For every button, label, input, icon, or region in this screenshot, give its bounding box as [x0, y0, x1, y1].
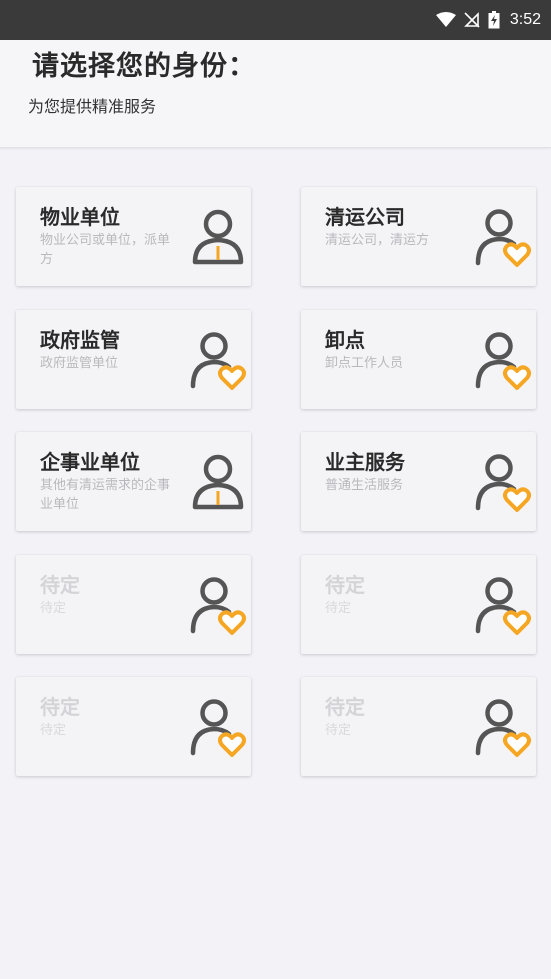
person-heart-icon — [189, 575, 247, 637]
identity-card[interactable]: 清运公司清运公司，清运方 — [301, 187, 536, 286]
card-description: 卸点工作人员 — [325, 356, 404, 371]
identity-card[interactable]: 业主服务普通生活服务 — [301, 432, 536, 531]
card-description: 普通生活服务 — [325, 478, 404, 493]
identity-card[interactable]: 待定 待定 — [301, 677, 536, 776]
identity-card[interactable]: 待定 待定 — [16, 677, 251, 776]
card-description: 待定 — [325, 723, 352, 738]
person-heart-icon — [189, 330, 247, 392]
page-title: 请选择您的身份： — [32, 51, 256, 82]
card-title: 清运公司 — [325, 205, 405, 229]
no-signal-icon — [463, 12, 480, 28]
person-heart-icon — [474, 697, 532, 759]
card-title: 政府监管 — [40, 328, 120, 352]
card-description: 待定 — [325, 601, 352, 616]
card-title: 卸点 — [325, 328, 365, 352]
person-heart-icon — [474, 452, 532, 514]
card-description: 物业公司或单位，派单方 — [40, 233, 171, 267]
person-heart-icon — [189, 697, 247, 759]
card-title: 待定 — [40, 573, 80, 597]
page-subtitle: 为您提供精准服务 — [28, 97, 157, 116]
status-time: 3:52 — [509, 11, 541, 28]
identity-card[interactable]: 卸点 卸点工作人员 — [301, 310, 536, 409]
battery-charging-icon — [488, 11, 500, 29]
person-tie-icon — [189, 207, 247, 269]
card-description: 其他有清运需求的企事业单位 — [40, 478, 171, 512]
card-description: 待定 — [40, 601, 67, 616]
identity-card[interactable]: 待定 待定 — [301, 555, 536, 654]
identity-card[interactable]: 待定 待定 — [16, 555, 251, 654]
identity-card[interactable]: 企事业单位其他有清运需求的企事业单位 — [16, 432, 251, 531]
card-description: 政府监管单位 — [40, 356, 119, 371]
identity-card[interactable]: 物业单位物业公司或单位，派单方 — [16, 187, 251, 286]
card-title: 企事业单位 — [40, 450, 140, 474]
card-title: 业主服务 — [325, 450, 405, 474]
card-title: 物业单位 — [40, 205, 120, 229]
card-title: 待定 — [325, 573, 365, 597]
page-header: 请选择您的身份： 为您提供精准服务 — [0, 40, 551, 148]
card-title: 待定 — [40, 695, 80, 719]
wifi-icon — [435, 12, 456, 28]
person-heart-icon — [474, 207, 532, 269]
person-tie-icon — [189, 452, 247, 514]
card-description: 待定 — [40, 723, 67, 738]
card-description: 清运公司，清运方 — [325, 233, 430, 248]
person-heart-icon — [474, 330, 532, 392]
card-title: 待定 — [325, 695, 365, 719]
status-bar: 3:52 — [0, 0, 551, 40]
identity-card[interactable]: 政府监管政府监管单位 — [16, 310, 251, 409]
person-heart-icon — [474, 575, 532, 637]
